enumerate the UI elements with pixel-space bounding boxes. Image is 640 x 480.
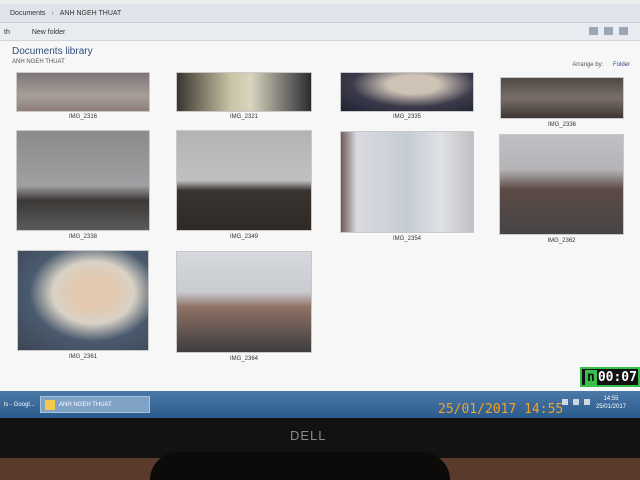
address-bar[interactable]: Documents › ANH NGEH THUAT — [0, 4, 640, 23]
taskbar-item-label: ANH NGEH THUAT — [59, 401, 112, 408]
folder-icon — [45, 399, 55, 410]
clock-date: 25/01/2017 — [595, 404, 626, 410]
command-bar: th New folder — [0, 24, 640, 41]
photo-portrait-icon — [17, 250, 149, 351]
arrange-by[interactable]: Arrange by: Folder — [572, 62, 630, 68]
date-stamp: 25/01/2017 — [438, 402, 517, 417]
thumbnail-item[interactable]: IMG_2364 — [176, 251, 312, 366]
monitor-stand — [150, 452, 450, 480]
taskbar-item-explorer[interactable]: ANH NGEH THUAT — [40, 396, 150, 413]
help-icon[interactable] — [619, 27, 628, 35]
monitor-screen: Documents › ANH NGEH THUAT th New folder… — [0, 0, 640, 418]
photo-trees-icon — [16, 130, 150, 231]
photo-scarf-icon — [340, 72, 474, 112]
thumbnail-item[interactable]: IMG_2338 — [16, 130, 150, 244]
volume-icon[interactable] — [573, 399, 579, 405]
thumbnail-label: IMG_2362 — [547, 238, 576, 244]
view-options — [589, 27, 628, 35]
flag-icon[interactable] — [584, 399, 590, 405]
thumbnail-item[interactable]: IMG_2336 — [500, 77, 624, 133]
thumbnail-label: IMG_2338 — [68, 234, 98, 240]
photo-map-icon — [340, 131, 474, 233]
preview-pane-icon[interactable] — [604, 27, 613, 35]
taskbar-item-browser[interactable]: ls - Googl... — [0, 396, 36, 413]
breadcrumb-folder[interactable]: ANH NGEH THUAT — [60, 10, 122, 17]
thumbnail-label: IMG_2321 — [229, 114, 259, 120]
thumbnail-item[interactable]: IMG_2349 — [176, 130, 312, 244]
photo-street-icon — [499, 134, 624, 235]
arrange-value[interactable]: Folder — [613, 62, 630, 68]
new-folder-button[interactable]: New folder — [32, 29, 65, 36]
thumbnail-label: IMG_2354 — [392, 236, 422, 242]
thumbnail-label: IMG_2361 — [68, 354, 98, 360]
thumbnail-label: IMG_2349 — [229, 234, 259, 240]
clock-time: 14:55 — [603, 396, 619, 402]
thumbnail-item[interactable]: IMG_2321 — [176, 72, 312, 124]
taskbar-clock[interactable]: 14:55 25/01/2017 — [596, 395, 626, 411]
recording-timer: n 00:07 — [580, 367, 640, 387]
photo-sky-icon — [16, 72, 150, 112]
thumbnail-item[interactable]: IMG_2354 — [340, 131, 474, 245]
breadcrumb-root[interactable]: Documents — [10, 10, 45, 17]
thumbnail-label: IMG_2335 — [392, 114, 422, 120]
thumbnail-item[interactable]: IMG_2335 — [340, 72, 474, 124]
thumbnail-item[interactable]: IMG_2362 — [499, 134, 624, 250]
monitor-brand-logo: DELL — [290, 428, 327, 443]
photo-person-icon — [176, 72, 312, 112]
thumbnail-label: IMG_2364 — [229, 356, 259, 362]
timer-prefix: n — [585, 369, 597, 385]
chevron-right-icon: › — [51, 9, 54, 17]
change-view-icon[interactable] — [589, 27, 598, 35]
photo-building-icon — [176, 130, 312, 231]
camera-date-stamp: 25/01/2017 14:55 — [438, 402, 563, 417]
thumbnail-item[interactable]: IMG_2361 — [17, 250, 149, 364]
system-tray — [562, 399, 590, 405]
photo-street-icon — [176, 251, 312, 353]
thumbnail-label: IMG_2336 — [547, 122, 577, 128]
timer-value: 00:07 — [597, 369, 637, 385]
share-button[interactable]: th — [4, 29, 10, 36]
thumbnail-item[interactable]: IMG_2316 — [16, 72, 150, 124]
time-stamp: 14:55 — [524, 402, 564, 417]
thumbnail-label: IMG_2316 — [68, 114, 98, 120]
photo-street-icon — [500, 77, 624, 119]
library-subtitle: ANH NGEH THUAT — [12, 59, 65, 65]
arrange-label: Arrange by: — [572, 62, 604, 68]
file-list-pane: Documents library ANH NGEH THUAT Arrange… — [0, 41, 640, 393]
library-title: Documents library — [12, 46, 93, 57]
